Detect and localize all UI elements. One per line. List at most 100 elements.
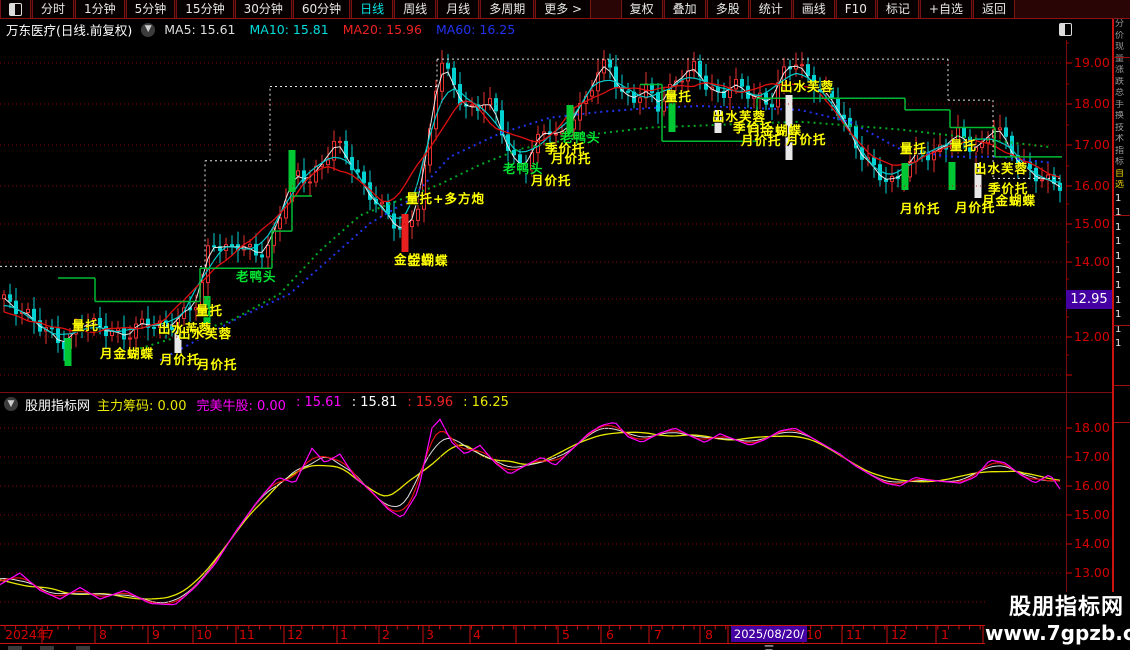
period-tab-分时[interactable]: 分时 [32,0,74,18]
last-price-badge: 12.95 [1066,290,1112,309]
signal-label: 金蝴蝶 [408,250,449,269]
signal-label: 月价托 [786,129,827,148]
strip-glyph: 跌 [1115,77,1130,89]
strip-glyph: 总 [1115,88,1130,100]
tools-toolbar: 复权叠加多股统计画线F10标记+自选返回 [621,0,1016,18]
period-tab-周线[interactable]: 周线 [394,0,436,18]
signal-label: 量托 [950,135,977,154]
month-label: 4 [473,627,481,642]
strip-glyph: 指 [1115,146,1130,158]
signal-label: 量托 [196,300,223,319]
period-tab-5分钟[interactable]: 5分钟 [126,0,176,18]
signal-label: 月价托 [531,170,572,189]
indicator-token: 主力筹码: 0.00 [97,395,186,414]
signal-label: 出水芙蓉 [178,323,232,342]
tool-button-叠加[interactable]: 叠加 [664,0,706,18]
strip-digit: 1 [1115,279,1130,294]
tool-button-多股[interactable]: 多股 [707,0,749,18]
strip-separator [1113,57,1130,58]
signal-label: 量托+多方炮 [406,188,485,207]
month-label: 9 [152,627,160,642]
month-label: 10 [806,627,822,642]
strip-glyph: 分 [1115,19,1130,31]
tool-button-F10[interactable]: F10 [836,0,876,18]
indicator-token: : 16.25 [463,395,509,414]
period-tab-60分钟[interactable]: 60分钟 [293,0,350,18]
date-badge: 2025/08/20/三 [731,626,807,642]
month-label: 5 [562,627,570,642]
month-label: 2 [382,627,390,642]
strip-glyph: 手 [1115,100,1130,112]
chevron-down-icon[interactable]: ▼ [141,23,155,37]
signal-label: 量托 [72,315,99,334]
price-label: 14.00 [1074,537,1118,550]
panel-toggle-icon[interactable] [1059,23,1072,36]
chevron-down-icon[interactable]: ▼ [4,397,18,411]
strip-digit: 1 [1115,235,1130,250]
strip-digit: 1 [1115,206,1130,221]
signal-label: 月价托 [160,349,201,368]
ma-values: MA5: 15.61MA10: 15.81MA20: 15.96MA60: 16… [164,22,529,37]
period-tab-多周期[interactable]: 多周期 [480,0,534,18]
window-icon[interactable] [0,0,31,18]
strip-glyph: 标 [1115,157,1130,169]
ma-token: MA10: 15.81 [250,22,329,37]
tool-button-返回[interactable]: 返回 [973,0,1015,18]
period-tab-30分钟[interactable]: 30分钟 [235,0,292,18]
month-label: 12 [891,627,907,642]
tool-button-画线[interactable]: 画线 [793,0,835,18]
price-label: 13.00 [1074,566,1118,579]
month-label: 6 [606,627,614,642]
watermark-logo: 股朋指标网 www.7gpzb.com [985,592,1130,650]
strip-glyph: 量 [1115,54,1130,66]
logo-text: 股朋指标网 [985,594,1124,621]
signal-label: 月价托 [551,148,592,167]
strip-separator [1113,215,1130,216]
stock-title: 万东医疗(日线.前复权) [6,20,132,39]
strip-digit: 1 [1115,294,1130,309]
strip-glyph: 术 [1115,134,1130,146]
month-label: 1 [941,627,949,642]
period-tab-月线[interactable]: 月线 [437,0,479,18]
signal-label: 月价托 [741,130,782,149]
signal-label: 老鸭头 [236,266,277,285]
indicator-source: 股朋指标网 [25,395,90,414]
period-tab-更多 >[interactable]: 更多 > [535,0,591,18]
month-label: 3 [426,627,434,642]
clipped-bottom-bar [0,645,985,650]
strip-menu-item[interactable]: 选 [1115,180,1130,192]
month-label: 7 [654,627,662,642]
tool-button-+自选[interactable]: +自选 [920,0,972,18]
signal-label: 出水芙蓉 [974,158,1028,177]
month-label: 7 [46,627,54,642]
strip-digit: 1 [1115,337,1130,352]
indicator-token: : 15.81 [352,395,398,414]
price-label: 16.00 [1074,179,1118,192]
tool-button-统计[interactable]: 统计 [750,0,792,18]
strip-glyph: 现 [1115,42,1130,54]
cropped-side-panel[interactable]: 分价现量涨跌总手换技术指标自选11111111111 [1115,19,1130,650]
signal-label: 月价托 [900,198,941,217]
signal-label: 月价托 [197,354,238,373]
period-tab-15分钟[interactable]: 15分钟 [176,0,233,18]
price-label: 15.00 [1074,508,1118,521]
price-label: 18.00 [1074,97,1118,110]
strip-menu-item[interactable]: 自 [1115,169,1130,181]
price-label: 15.00 [1074,217,1118,230]
logo-url: www.7gpzb.com [985,621,1124,646]
tool-button-标记[interactable]: 标记 [877,0,919,18]
strip-glyph: 换 [1115,111,1130,123]
period-tab-日线[interactable]: 日线 [351,0,393,18]
strip-digit: 1 [1115,308,1130,323]
period-tab-1分钟[interactable]: 1分钟 [75,0,125,18]
signal-label: 量托 [900,138,927,157]
signal-label: 月金蝴蝶 [100,343,154,362]
ma-token: MA20: 15.96 [343,22,422,37]
strip-glyph: 技 [1115,123,1130,135]
month-label: 10 [196,627,212,642]
tool-button-复权[interactable]: 复权 [621,0,663,18]
strip-digit: 1 [1115,264,1130,279]
month-label: 11 [846,627,862,642]
ma-token: MA60: 16.25 [436,22,515,37]
date-axis[interactable]: 2024年789101112123456781011121 [0,626,1112,643]
